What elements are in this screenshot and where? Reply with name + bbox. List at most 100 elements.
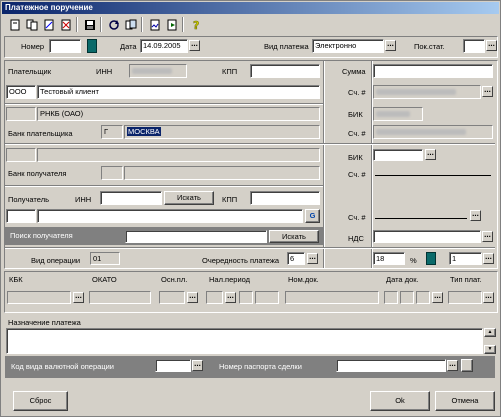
vat-label: НДС (348, 234, 364, 243)
help-icon[interactable]: ? (187, 16, 203, 32)
edit-document-icon[interactable] (40, 16, 56, 32)
payee-search-label: Поиск получателя (10, 231, 73, 240)
payee-search-button[interactable]: Искать (164, 191, 214, 205)
payer-bank-account-label: Сч. # (348, 129, 366, 138)
payee-lookup-icon[interactable]: G (305, 209, 320, 223)
vat-mode-input[interactable]: 1 (449, 252, 482, 265)
payee-bank-account (375, 175, 491, 176)
payer-inn-label: ИНН (96, 67, 113, 76)
payer-bank-city: МОСКВА (124, 125, 320, 139)
purpose-textarea[interactable] (6, 328, 483, 354)
vat-rate-input[interactable]: 18 (373, 252, 405, 265)
payee-kpp-label: КПП (222, 195, 238, 204)
ok-button[interactable]: Ok (370, 391, 430, 411)
payee-bank-label: Банк получателя (8, 169, 67, 178)
priority-button[interactable]: ... (307, 253, 318, 264)
reset-button[interactable]: Сброс (13, 391, 68, 411)
kbk-input (7, 291, 71, 304)
payee-inn-label: ИНН (75, 195, 92, 204)
kbk-label: КБК (9, 275, 23, 284)
payee-bik-button[interactable]: ... (425, 149, 436, 160)
payer-name-input[interactable]: Тестовый клиент (37, 85, 320, 99)
separator (5, 103, 323, 105)
payment-kind-button[interactable]: ... (483, 292, 494, 303)
doc-number-label: Ном.док. (288, 275, 319, 284)
svg-text:?: ? (193, 19, 199, 31)
payee-account-button[interactable]: ... (470, 210, 481, 221)
tax-period-button[interactable]: ... (225, 292, 236, 303)
number-label: Номер (21, 42, 45, 51)
currency-op-input[interactable] (155, 359, 191, 372)
doc-date-button[interactable]: ... (432, 292, 443, 303)
kbk-button[interactable]: ... (73, 292, 84, 303)
date-input[interactable]: 14.09.2005 (140, 39, 188, 53)
copy-document-icon[interactable] (23, 16, 39, 32)
date-label: Дата (120, 42, 137, 51)
payment-order-window: Платежное поручение ? Номер Дата 14.09.2… (0, 0, 501, 417)
payer-account-label: Сч. # (348, 88, 366, 97)
priority-input[interactable]: 6 (287, 252, 305, 265)
calculator-icon[interactable] (426, 252, 436, 265)
status-label: Пок.стат. (414, 42, 445, 51)
basis-button[interactable]: ... (187, 292, 198, 303)
copy-icon[interactable] (122, 16, 138, 32)
window-title: Платежное поручение (2, 2, 499, 14)
vat-input[interactable] (373, 230, 481, 243)
number-input[interactable] (49, 39, 81, 53)
percent-label: % (410, 256, 417, 265)
sign-icon[interactable] (146, 16, 162, 32)
toolbar-separator (182, 17, 184, 32)
status-input[interactable] (463, 39, 485, 53)
payee-bank-name (37, 148, 320, 162)
payment-type-button[interactable]: ... (385, 40, 396, 51)
payer-bank-name: РНКБ (ОАО) (37, 107, 320, 121)
tax-period-year (255, 291, 279, 304)
payee-inn-input[interactable] (100, 191, 162, 205)
sum-label: Сумма (342, 67, 366, 76)
divider (323, 61, 325, 268)
status-button[interactable]: ... (486, 40, 497, 51)
export-icon[interactable] (163, 16, 179, 32)
payee-kpp-input[interactable] (250, 191, 320, 205)
payee-search-button-2[interactable]: Искать (269, 230, 319, 243)
scroll-up-icon[interactable]: ▲ (484, 328, 496, 337)
separator (5, 185, 323, 187)
passport-button[interactable]: ... (447, 360, 458, 371)
passport-extra-button[interactable] (461, 359, 473, 372)
currency-op-button[interactable]: ... (192, 360, 203, 371)
payee-search-input[interactable] (125, 230, 267, 243)
payee-account-input[interactable] (375, 218, 467, 219)
currency-op-label: Код вида валютной операции (11, 362, 114, 371)
doc-date-year (416, 291, 430, 304)
payer-bik-input[interactable] (373, 107, 423, 121)
payer-kpp-input[interactable] (250, 64, 320, 78)
payer-bank-account (373, 125, 493, 139)
payee-name-prefix[interactable] (6, 209, 36, 223)
save-icon[interactable] (81, 16, 97, 32)
calculator-icon[interactable] (87, 39, 97, 53)
payer-account-input[interactable] (373, 85, 481, 99)
payer-account-button[interactable]: ... (482, 86, 493, 97)
sum-input[interactable] (373, 64, 493, 78)
cancel-button[interactable]: Отмена (435, 391, 495, 411)
payer-name-prefix[interactable]: ООО (6, 85, 36, 99)
payment-kind-input (448, 291, 482, 304)
delete-document-icon[interactable] (57, 16, 73, 32)
new-document-icon[interactable] (6, 16, 22, 32)
doc-date-day (384, 291, 398, 304)
passport-input[interactable] (336, 359, 446, 372)
payee-bik-input[interactable] (373, 149, 423, 161)
payer-inn-input[interactable] (129, 64, 187, 78)
date-picker-button[interactable]: ... (189, 40, 200, 51)
vat-button[interactable]: ... (482, 231, 493, 242)
payer-bank-prefix (6, 107, 36, 121)
scroll-down-icon[interactable]: ▼ (484, 345, 496, 354)
priority-label: Очередность платежа (202, 256, 280, 265)
payee-bank-account-label: Сч. # (348, 170, 366, 179)
vat-mode-button[interactable]: ... (483, 253, 494, 264)
payment-type-input[interactable]: Электронно (312, 39, 384, 53)
refresh-icon[interactable] (105, 16, 121, 32)
payee-name-input[interactable] (37, 209, 303, 223)
payer-label: Плательщик (8, 67, 51, 76)
payee-bik-label: БИК (348, 153, 363, 162)
